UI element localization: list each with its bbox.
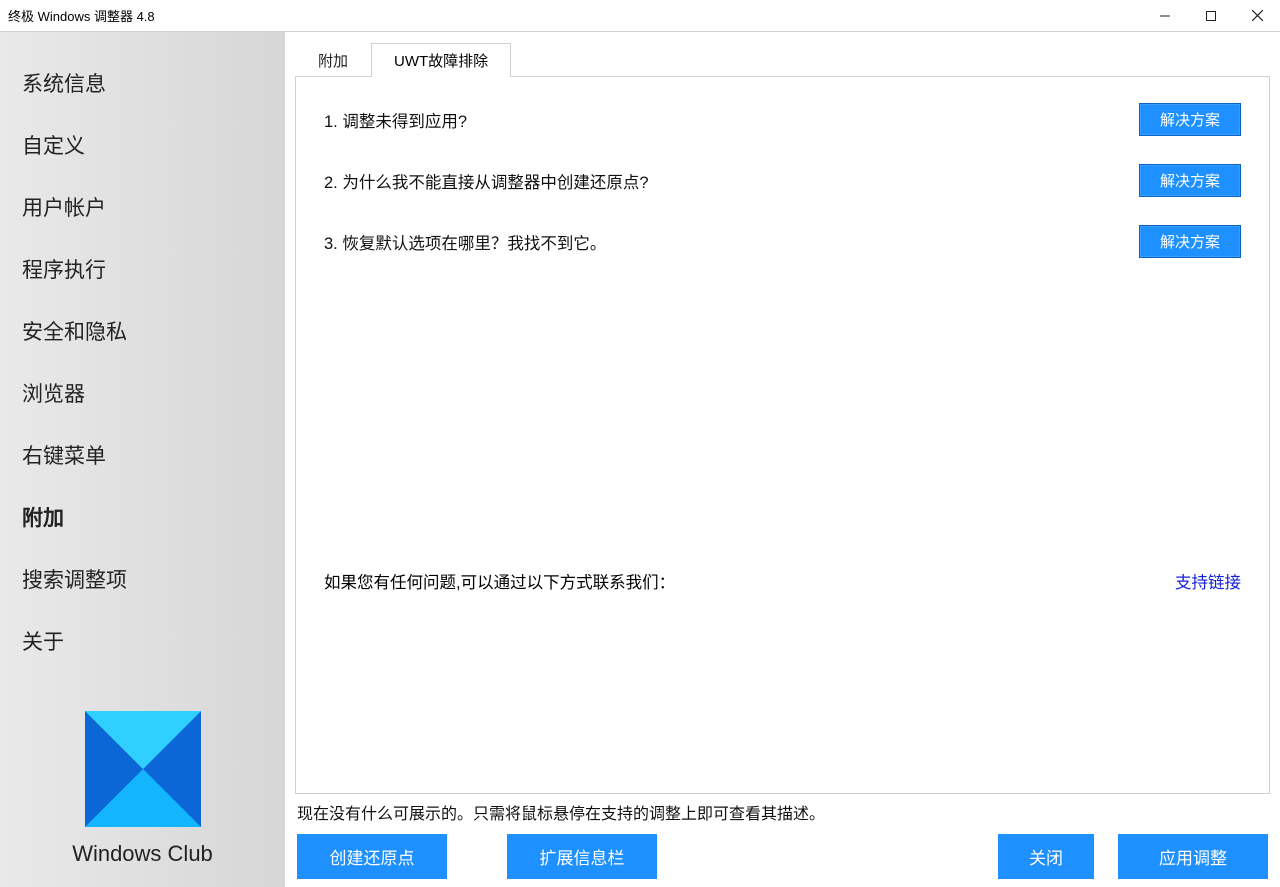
question-1-text: 1. 调整未得到应用? — [324, 108, 467, 132]
sidebar-item-context-menu[interactable]: 右键菜单 — [0, 424, 285, 486]
sidebar-item-user-accounts[interactable]: 用户帐户 — [0, 176, 285, 238]
apply-tweaks-button[interactable]: 应用调整 — [1118, 834, 1268, 879]
question-2-text: 2. 为什么我不能直接从调整器中创建还原点? — [324, 169, 649, 193]
solution-button-3[interactable]: 解决方案 — [1139, 225, 1241, 258]
support-link[interactable]: 支持链接 — [1175, 569, 1241, 593]
create-restore-point-button[interactable]: 创建还原点 — [297, 834, 447, 879]
close-app-button[interactable]: 关闭 — [998, 834, 1094, 879]
tab-uwt-troubleshoot[interactable]: UWT故障排除 — [371, 43, 511, 77]
brand-text: Windows Club — [72, 841, 213, 867]
sidebar: 系统信息 自定义 用户帐户 程序执行 安全和隐私 浏览器 右键菜单 附加 搜索调… — [0, 32, 285, 887]
windows-club-logo-icon — [85, 711, 201, 827]
main-area: 附加 UWT故障排除 1. 调整未得到应用? 解决方案 2. 为什么我不能直接从… — [285, 32, 1280, 887]
brand-block: Windows Club — [0, 711, 285, 887]
sidebar-item-customize[interactable]: 自定义 — [0, 114, 285, 176]
solution-button-2[interactable]: 解决方案 — [1139, 164, 1241, 197]
close-button[interactable] — [1234, 0, 1280, 31]
sidebar-item-search-tweaks[interactable]: 搜索调整项 — [0, 548, 285, 610]
tab-additional[interactable]: 附加 — [295, 43, 371, 77]
maximize-button[interactable] — [1188, 0, 1234, 31]
minimize-button[interactable] — [1142, 0, 1188, 31]
expand-info-bar-button[interactable]: 扩展信息栏 — [507, 834, 657, 879]
sidebar-item-additional[interactable]: 附加 — [0, 486, 285, 548]
status-bar-text: 现在没有什么可展示的。只需将鼠标悬停在支持的调整上即可查看其描述。 — [295, 794, 1270, 832]
question-3-text: 3. 恢复默认选项在哪里？我找不到它。 — [324, 230, 606, 254]
question-row-2: 2. 为什么我不能直接从调整器中创建还原点? 解决方案 — [324, 164, 1241, 197]
contact-row: 如果您有任何问题,可以通过以下方式联系我们： 支持链接 — [324, 569, 1241, 593]
contact-text: 如果您有任何问题,可以通过以下方式联系我们： — [324, 569, 675, 593]
sidebar-item-security-privacy[interactable]: 安全和隐私 — [0, 300, 285, 362]
title-bar: 终极 Windows 调整器 4.8 — [0, 0, 1280, 32]
tab-strip: 附加 UWT故障排除 — [295, 42, 1270, 76]
tab-panel: 1. 调整未得到应用? 解决方案 2. 为什么我不能直接从调整器中创建还原点? … — [295, 76, 1270, 794]
sidebar-item-about[interactable]: 关于 — [0, 610, 285, 672]
question-row-3: 3. 恢复默认选项在哪里？我找不到它。 解决方案 — [324, 225, 1241, 258]
sidebar-item-program-exec[interactable]: 程序执行 — [0, 238, 285, 300]
sidebar-item-browser[interactable]: 浏览器 — [0, 362, 285, 424]
window-controls — [1142, 0, 1280, 31]
window-title: 终极 Windows 调整器 4.8 — [8, 6, 155, 25]
footer-button-bar: 创建还原点 扩展信息栏 关闭 应用调整 — [295, 832, 1270, 881]
solution-button-1[interactable]: 解决方案 — [1139, 103, 1241, 136]
sidebar-item-system-info[interactable]: 系统信息 — [0, 52, 285, 114]
question-row-1: 1. 调整未得到应用? 解决方案 — [324, 103, 1241, 136]
